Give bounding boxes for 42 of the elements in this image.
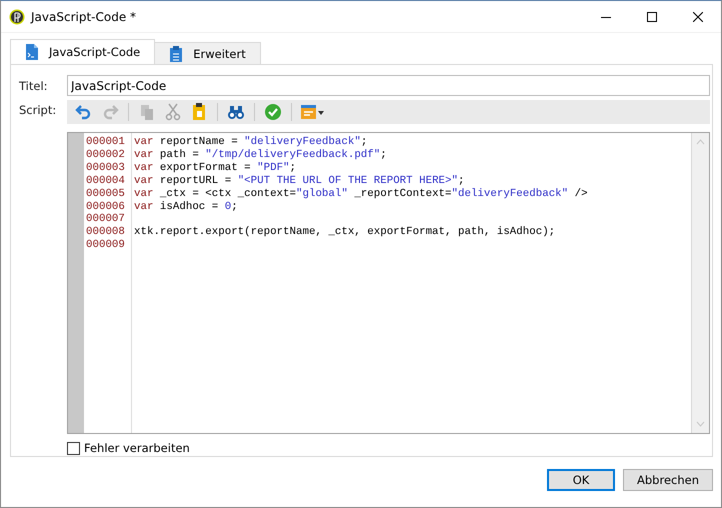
tab[interactable]: Erweitert: [155, 42, 261, 65]
code-line: var path = "/tmp/deliveryFeedback.pdf";: [134, 148, 388, 162]
line-number: 000004: [86, 174, 126, 188]
line-number: 000006: [86, 200, 126, 214]
line-number: 000005: [86, 188, 126, 201]
undo-icon: [75, 103, 93, 121]
code-line: var exportFormat = "PDF";: [134, 162, 298, 175]
code-line: var reportURL = "<PUT THE URL OF THE REPORT HERE>";: [134, 174, 466, 188]
code-line: var reportName = "deliveryFeedback";: [134, 136, 368, 149]
ok-button[interactable]: OK: [547, 469, 615, 491]
insert-dropdown-button[interactable]: [299, 103, 327, 121]
clipboard-icon: [169, 46, 184, 62]
cancel-button[interactable]: Abbrechen: [623, 469, 713, 491]
copy-icon: [138, 103, 156, 121]
code-line: xtk.report.export(reportName, _ctx, exportFormat, path, isAdhoc);: [134, 226, 556, 240]
checkbox[interactable]: [67, 442, 80, 454]
line-number: 000002: [86, 148, 126, 162]
line-number: 000009: [86, 239, 126, 252]
close-icon: [693, 12, 703, 22]
check-button[interactable]: [262, 103, 284, 121]
line-number: 000008: [86, 226, 126, 240]
check-circle-icon: [264, 103, 282, 121]
tab[interactable]: JavaScript-Code: [10, 39, 156, 65]
line-number: 000001: [86, 136, 126, 149]
binoculars-icon: [227, 103, 245, 121]
code-editor[interactable]: [67, 132, 710, 434]
checkbox-label: Fehler verarbeiten: [84, 441, 190, 455]
scissors-icon: [164, 103, 182, 121]
panel-dropdown-icon: [301, 103, 325, 121]
find-button[interactable]: [225, 103, 247, 121]
field-label: Script:: [19, 102, 58, 117]
code-line: var _ctx = <ctx _context="global" _reportContext="deliveryFeedback" />: [134, 188, 589, 201]
redo-icon: [101, 103, 119, 121]
app-logo-icon: [9, 8, 25, 24]
field-label: Titel:: [19, 78, 49, 92]
code-line: var isAdhoc = 0;: [134, 200, 239, 214]
line-number: 000007: [86, 213, 126, 226]
maximize-icon: [647, 12, 657, 22]
paste-icon: [190, 103, 208, 121]
script-file-icon: [25, 44, 39, 60]
line-number: 000003: [86, 162, 126, 175]
window-title: JavaScript-Code *: [31, 10, 138, 24]
